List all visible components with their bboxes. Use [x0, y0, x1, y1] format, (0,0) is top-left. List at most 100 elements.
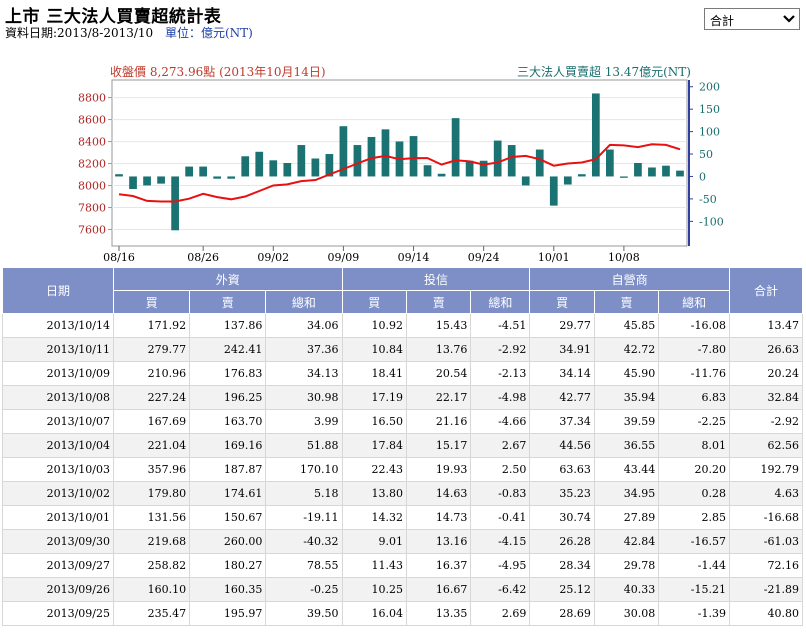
table-cell: 42.72 [593, 337, 660, 362]
table-cell: 62.56 [729, 433, 803, 458]
x-axis-tick-label: 08/16 [103, 251, 135, 264]
table-row: 2013/10/09 210.96 176.83 34.13 18.41 20.54 -2.… [2, 361, 803, 386]
table-cell: 13.47 [729, 313, 803, 338]
table-cell: 25.12 [529, 577, 595, 602]
cell-date: 2013/10/02 [2, 481, 114, 506]
table-cell: 34.91 [529, 337, 595, 362]
left-axis-tick-label: 7800 [78, 202, 106, 215]
table-cell: 195.97 [189, 601, 267, 626]
net-buy-bar [577, 174, 586, 177]
net-buy-bar [662, 165, 670, 177]
net-buy-bar [213, 176, 222, 179]
left-axis-tick-label: 8600 [78, 114, 106, 127]
table-cell: 137.86 [189, 313, 267, 338]
table-cell: 260.00 [189, 529, 267, 554]
net-buy-bar [115, 174, 123, 177]
table-row: 2013/09/25 235.47 195.97 39.50 16.04 13.35 2.6… [2, 601, 803, 626]
table-cell: 72.16 [729, 553, 803, 578]
col-foreign-header: 外資 [113, 267, 343, 291]
table-cell: -11.76 [658, 361, 730, 386]
table-cell: 35.23 [529, 481, 595, 506]
table-cell: 29.78 [593, 553, 660, 578]
net-buy-bar [297, 145, 306, 177]
table-cell: -4.98 [470, 385, 531, 410]
table-cell: 44.56 [529, 433, 595, 458]
stats-table: 日期 外資 投信 自營商 合計 買 賣 總和 買 賣 總和 買 賣 總和 201… [2, 267, 803, 626]
x-axis-tick-label: 10/08 [608, 251, 640, 264]
table-cell: 28.34 [529, 553, 595, 578]
table-cell: -4.95 [470, 553, 531, 578]
x-axis-tick-label: 09/09 [328, 251, 360, 264]
table-cell: 160.35 [189, 577, 267, 602]
net-buy-bar [591, 93, 600, 177]
table-cell: 174.61 [189, 481, 267, 506]
left-axis-tick-label: 8400 [78, 136, 106, 149]
right-axis-tick-label: 200 [699, 81, 720, 94]
table-cell: 0.28 [658, 481, 730, 506]
left-axis-tick-label: 8200 [78, 158, 106, 171]
table-cell: 5.18 [265, 481, 343, 506]
table-row: 2013/09/26 160.10 160.35 -0.25 10.25 16.67 -6.… [2, 577, 803, 602]
net-buy-bar [676, 170, 684, 177]
table-cell: 34.95 [593, 481, 660, 506]
net-buy-bar [283, 163, 292, 177]
table-row: 2013/10/08 227.24 196.25 30.98 17.19 22.17 -4.… [2, 385, 803, 410]
cell-date: 2013/09/27 [2, 553, 114, 578]
table-cell: 51.88 [265, 433, 343, 458]
table-cell: 15.17 [405, 433, 472, 458]
table-cell: 34.13 [265, 361, 343, 386]
close-price-label: 收盤價 8,273.96點 (2013年10月14日) [110, 65, 326, 79]
table-cell: 43.44 [593, 457, 660, 482]
right-axis-tick-label: -50 [699, 193, 717, 206]
table-cell: 28.69 [529, 601, 595, 626]
table-cell: 2.69 [470, 601, 531, 626]
table-row: 2013/10/14 171.92 137.86 34.06 10.92 15.43 -4.… [2, 313, 803, 338]
table-cell: -40.32 [265, 529, 343, 554]
table-cell: -4.66 [470, 409, 531, 434]
subcol-buy: 買 [341, 290, 407, 314]
net-buy-bar [381, 129, 390, 177]
table-cell: 13.16 [405, 529, 472, 554]
right-axis-tick-label: 100 [699, 126, 720, 139]
table-row: 2013/10/03 357.96 187.87 170.10 22.43 19.93 2.… [2, 457, 803, 482]
table-cell: 42.84 [593, 529, 660, 554]
table-cell: 30.08 [593, 601, 660, 626]
table-cell: -15.21 [658, 577, 730, 602]
x-axis-tick-label: 09/02 [257, 251, 289, 264]
table-cell: 10.84 [341, 337, 407, 362]
table-cell: -16.08 [658, 313, 730, 338]
cell-date: 2013/10/11 [2, 337, 114, 362]
net-buy-bar [521, 176, 530, 186]
table-cell: 3.99 [265, 409, 343, 434]
net-buy-bar [634, 163, 642, 177]
table-cell: -0.41 [470, 505, 531, 530]
table-cell: 2.85 [658, 505, 730, 530]
net-buy-bar [311, 158, 320, 177]
table-cell: 163.70 [189, 409, 267, 434]
net-buy-bar [185, 166, 193, 177]
table-cell: 235.47 [112, 601, 191, 626]
table-cell: -2.13 [470, 361, 531, 386]
table-cell: 29.77 [529, 313, 595, 338]
table-cell: 8.01 [658, 433, 730, 458]
net-buy-bar [648, 167, 656, 177]
table-cell: 131.56 [112, 505, 191, 530]
table-cell: -7.80 [658, 337, 730, 362]
table-cell: 34.14 [529, 361, 595, 386]
table-cell: 10.92 [341, 313, 407, 338]
table-cell: -21.89 [729, 577, 803, 602]
cell-date: 2013/10/14 [2, 313, 114, 338]
net-buy-bar [465, 160, 474, 177]
table-cell: -2.92 [470, 337, 531, 362]
table-row: 2013/10/11 279.77 242.41 37.36 10.84 13.76 -2.… [2, 337, 803, 362]
cell-date: 2013/10/01 [2, 505, 114, 530]
cell-date: 2013/10/08 [2, 385, 114, 410]
table-cell: 20.24 [729, 361, 803, 386]
table-row: 2013/10/07 167.69 163.70 3.99 16.50 21.16 -4.6… [2, 409, 803, 434]
net-buy-bar [493, 140, 502, 177]
table-row: 2013/10/02 179.80 174.61 5.18 13.80 14.63 -0.8… [2, 481, 803, 506]
table-cell: 20.54 [405, 361, 472, 386]
total-filter-select[interactable]: 合計 [704, 8, 800, 30]
table-cell: 169.16 [189, 433, 267, 458]
table-row: 2013/09/30 219.68 260.00 -40.32 9.01 13.16 -4.… [2, 529, 803, 554]
